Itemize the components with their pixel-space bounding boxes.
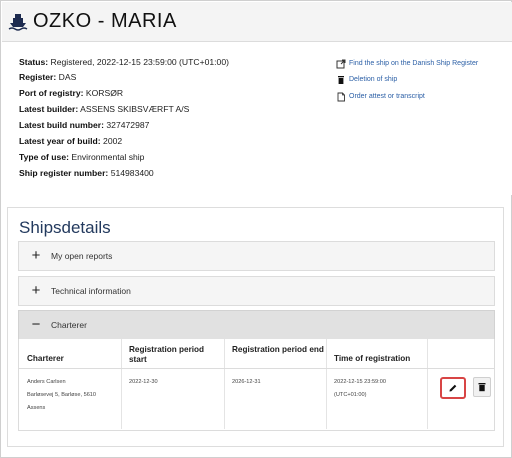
charterer-table: Charterer Registration period start Regi… — [18, 339, 495, 431]
page-frame: OZKO - MARIA Status: Registered, 2022-12… — [0, 0, 512, 458]
plus-icon: + — [31, 247, 41, 264]
charterer-city: Assens — [27, 405, 46, 411]
accordion-technical-information[interactable]: + Technical information — [18, 276, 495, 306]
column-divider — [427, 339, 428, 429]
trash-icon — [338, 76, 344, 84]
header-time: Time of registration — [334, 354, 411, 363]
register-label: Register: — [19, 72, 57, 82]
minus-icon: − — [31, 316, 41, 333]
accordion-charterer[interactable]: − Charterer — [18, 310, 495, 340]
port-row: Port of registry: KORSØR — [19, 88, 123, 99]
trash-icon — [478, 383, 486, 392]
charterer-name: Anders Carlsen — [27, 379, 66, 385]
accordion-label: Charterer — [51, 320, 87, 330]
external-link-icon — [336, 59, 346, 69]
ship-info-panel: Status: Registered, 2022-12-15 23:59:00 … — [2, 42, 512, 195]
find-ship-label: Find the ship on the Danish Ship Registe… — [349, 60, 479, 67]
ship-icon — [8, 14, 28, 31]
accordion-label: My open reports — [51, 251, 113, 261]
reg-end-value: 2026-12-31 — [232, 379, 261, 385]
status-value: Registered, 2022-12-15 23:59:00 (UTC+01:… — [50, 57, 229, 67]
column-divider — [326, 339, 327, 429]
build-year-value: 2002 — [103, 136, 123, 146]
builder-label: Latest builder: — [19, 104, 79, 114]
ship-number-value: 514983400 — [110, 168, 154, 178]
register-row: Register: DAS — [19, 72, 76, 83]
shipsdetails-section: Shipsdetails + My open reports + Technic… — [7, 207, 504, 447]
header-reg-end: Registration period end — [232, 345, 324, 354]
registration-time-value: 2022-12-15 23:59:00 — [334, 379, 386, 385]
ship-number-label: Ship register number: — [19, 168, 109, 178]
edit-charterer-button[interactable] — [440, 377, 466, 399]
port-value: KORSØR — [85, 88, 124, 98]
port-label: Port of registry: — [19, 88, 84, 98]
document-icon — [337, 92, 345, 102]
status-label: Status: — [19, 57, 49, 67]
builder-value: ASSENS SKIBSVÆRFT A/S — [80, 104, 190, 114]
build-number-row: Latest build number: 327472987 — [19, 120, 149, 131]
accordion-my-open-reports[interactable]: + My open reports — [18, 241, 495, 271]
registration-timezone: (UTC+01:00) — [334, 392, 367, 398]
status-row: Status: Registered, 2022-12-15 23:59:00 … — [19, 57, 229, 68]
accordion-label: Technical information — [51, 286, 131, 296]
reg-start-value: 2022-12-30 — [129, 379, 158, 385]
type-value: Environmental ship — [71, 152, 145, 162]
plus-icon: + — [31, 282, 41, 299]
build-number-value: 327472987 — [106, 120, 150, 130]
type-row: Type of use: Environmental ship — [19, 152, 144, 163]
column-divider — [224, 339, 225, 429]
order-attest-label: Order attest or transcript — [349, 93, 425, 100]
builder-row: Latest builder: ASSENS SKIBSVÆRFT A/S — [19, 104, 189, 115]
delete-ship-label: Deletion of ship — [349, 76, 398, 83]
header-reg-start: Registration period start — [129, 345, 205, 364]
column-divider — [121, 339, 122, 429]
delete-charterer-button[interactable] — [473, 377, 491, 397]
type-label: Type of use: — [19, 152, 69, 162]
register-value: DAS — [58, 72, 77, 82]
build-year-label: Latest year of build: — [19, 136, 101, 146]
charterer-address: Barløsevej 5, Barløse, 5610 — [27, 392, 97, 398]
page-title: OZKO - MARIA — [33, 10, 177, 32]
title-bar: OZKO - MARIA — [2, 2, 512, 42]
ship-number-row: Ship register number: 514983400 — [19, 168, 154, 179]
header-charterer: Charterer — [27, 354, 64, 363]
pencil-icon — [449, 384, 457, 392]
build-year-row: Latest year of build: 2002 — [19, 136, 122, 147]
build-number-label: Latest build number: — [19, 120, 104, 130]
shipsdetails-heading: Shipsdetails — [19, 218, 111, 237]
header-divider — [19, 368, 494, 369]
